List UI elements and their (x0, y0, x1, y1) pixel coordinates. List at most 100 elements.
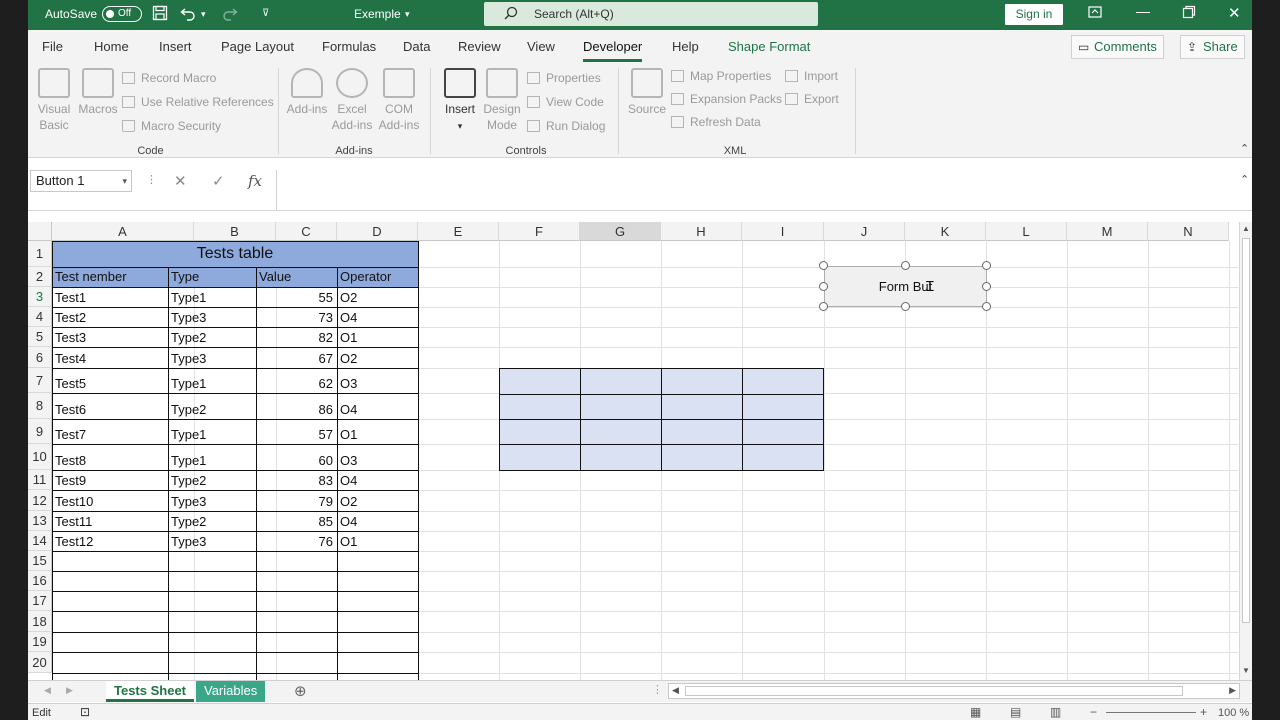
table-title[interactable]: Tests table (52, 241, 418, 267)
table-cell[interactable]: Type3 (169, 494, 255, 509)
table-cell[interactable]: O1 (338, 534, 417, 549)
scroll-right-icon[interactable]: ▶ (1229, 685, 1236, 696)
resize-handle[interactable] (982, 261, 991, 270)
addins-button[interactable]: Add-ins (286, 68, 328, 117)
minimize-icon[interactable]: — (1136, 3, 1150, 19)
row-header-13[interactable]: 13 (28, 511, 52, 531)
name-box[interactable]: Button 1 ▾ (30, 170, 132, 192)
undo-icon[interactable] (180, 5, 198, 24)
column-header-k[interactable]: K (905, 222, 986, 241)
share-button[interactable]: ⇪ Share (1180, 35, 1245, 59)
table-cell[interactable]: Type1 (169, 290, 255, 305)
design-mode-button[interactable]: Design Mode (482, 68, 522, 133)
table-cell[interactable]: O3 (338, 453, 417, 468)
tab-formulas[interactable]: Formulas (322, 39, 376, 54)
expand-formula-bar-icon[interactable]: ⌃ (1240, 173, 1249, 186)
table-cell[interactable]: Test5 (53, 376, 167, 391)
row-header-18[interactable]: 18 (28, 611, 52, 632)
table-cell[interactable]: 62 (257, 376, 336, 391)
restore-icon[interactable] (1182, 5, 1196, 22)
resize-handle[interactable] (819, 261, 828, 270)
column-header-g[interactable]: G (580, 222, 661, 241)
resize-handle[interactable] (982, 302, 991, 311)
table-cell[interactable]: O4 (338, 514, 417, 529)
tab-data[interactable]: Data (403, 39, 430, 54)
table-cell[interactable]: 73 (257, 310, 336, 325)
table-cell[interactable]: Test4 (53, 351, 167, 366)
table-cell[interactable]: Test7 (53, 427, 167, 442)
ribbon-display-icon[interactable] (1088, 5, 1102, 22)
table-cell[interactable]: Type2 (169, 330, 255, 345)
select-all-corner[interactable] (28, 222, 52, 241)
table-cell[interactable]: Type3 (169, 534, 255, 549)
table-cell[interactable]: Type2 (169, 473, 255, 488)
tab-page-layout[interactable]: Page Layout (221, 39, 294, 54)
horizontal-scroll-thumb[interactable] (685, 686, 1183, 696)
resize-handle[interactable] (901, 261, 910, 270)
refresh-data-button[interactable]: Refresh Data (671, 115, 761, 129)
resize-handle[interactable] (819, 282, 828, 291)
table-cell[interactable]: O4 (338, 310, 417, 325)
row-header-15[interactable]: 15 (28, 551, 52, 571)
relative-references-button[interactable]: Use Relative References (122, 95, 274, 109)
scroll-left-icon[interactable]: ◀ (672, 685, 679, 696)
tab-review[interactable]: Review (458, 39, 501, 54)
table-cell[interactable]: 55 (257, 290, 336, 305)
normal-view-icon[interactable]: ▦ (970, 705, 981, 719)
table-cell[interactable]: Test3 (53, 330, 167, 345)
column-header-a[interactable]: A (52, 222, 194, 241)
table-cell[interactable]: Type3 (169, 310, 255, 325)
search-box[interactable]: Search (Alt+Q) (484, 2, 818, 26)
autosave-toggle[interactable]: Off (102, 6, 142, 22)
horizontal-scrollbar[interactable]: ◀ ▶ (668, 683, 1240, 699)
resize-handle[interactable] (982, 282, 991, 291)
properties-button[interactable]: Properties (527, 71, 601, 85)
map-properties-button[interactable]: Map Properties (671, 69, 771, 83)
column-header-n[interactable]: N (1148, 222, 1229, 241)
insert-function-icon[interactable]: fx (248, 172, 262, 190)
row-header-16[interactable]: 16 (28, 571, 52, 591)
table-cell[interactable]: Type2 (169, 402, 255, 417)
cancel-icon[interactable]: ✕ (174, 172, 187, 190)
table-header-cell[interactable]: Operator (338, 269, 417, 284)
com-addins-button[interactable]: COM Add-ins (376, 68, 422, 133)
customize-qat-icon[interactable]: ⊽ (262, 8, 269, 19)
table-cell[interactable]: 79 (257, 494, 336, 509)
table-cell[interactable]: Test11 (53, 514, 167, 529)
row-header-3[interactable]: 3 (28, 287, 52, 307)
table-cell[interactable]: O4 (338, 473, 417, 488)
tab-home[interactable]: Home (94, 39, 129, 54)
tab-split-icon[interactable]: ⋮ (652, 683, 663, 696)
page-layout-view-icon[interactable]: ▤ (1010, 705, 1021, 719)
macros-button[interactable]: Macros (76, 68, 120, 117)
table-cell[interactable]: O2 (338, 290, 417, 305)
add-sheet-icon[interactable]: ⊕ (294, 682, 307, 700)
table-cell[interactable]: 82 (257, 330, 336, 345)
zoom-out-icon[interactable]: − (1090, 705, 1097, 719)
table-cell[interactable]: Type2 (169, 514, 255, 529)
table-cell[interactable]: 60 (257, 453, 336, 468)
table-cell[interactable]: Type1 (169, 427, 255, 442)
table-cell[interactable]: Test2 (53, 310, 167, 325)
column-header-d[interactable]: D (337, 222, 418, 241)
resize-handle[interactable] (901, 302, 910, 311)
scroll-down-icon[interactable]: ▼ (1242, 666, 1250, 675)
scroll-up-icon[interactable]: ▲ (1242, 224, 1250, 233)
table-cell[interactable]: Test6 (53, 402, 167, 417)
row-header-11[interactable]: 11 (28, 470, 52, 490)
insert-controls-button[interactable]: Insert ▾ (438, 68, 482, 134)
table-cell[interactable]: Type1 (169, 453, 255, 468)
table-cell[interactable]: O2 (338, 494, 417, 509)
zoom-in-icon[interactable]: + (1200, 705, 1207, 719)
zoom-slider[interactable] (1106, 712, 1196, 713)
table-cell[interactable]: Test12 (53, 534, 167, 549)
file-name[interactable]: Exemple (354, 7, 401, 21)
undo-dropdown-icon[interactable]: ▾ (201, 9, 206, 20)
vertical-scroll-thumb[interactable] (1242, 238, 1250, 623)
filename-chevron-icon[interactable]: ▾ (405, 9, 410, 20)
resize-handle[interactable] (819, 302, 828, 311)
column-header-f[interactable]: F (499, 222, 580, 241)
table-cell[interactable]: O1 (338, 330, 417, 345)
tab-view[interactable]: View (527, 39, 555, 54)
table-header-cell[interactable]: Type (169, 269, 255, 284)
